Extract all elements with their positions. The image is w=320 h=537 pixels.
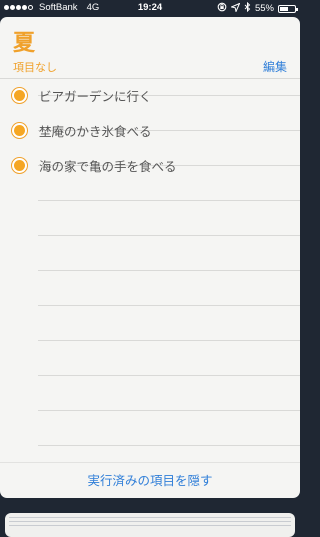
hide-completed-button[interactable]: 実行済みの項目を隠す	[0, 470, 300, 489]
ruled-line	[38, 235, 300, 236]
reminder-item[interactable]: ビアガーデンに行く	[0, 78, 300, 113]
reminder-item[interactable]: 埜庵のかき氷食べる	[0, 113, 300, 148]
complete-checkbox[interactable]	[11, 157, 28, 174]
ruled-line	[38, 375, 300, 376]
reminder-label: 埜庵のかき氷食べる	[39, 124, 152, 139]
stacked-list-card[interactable]	[5, 513, 295, 537]
ruled-line	[38, 200, 300, 201]
reminders-list-card: 夏 項目なし 編集 ビアガーデンに行く 埜庵のかき氷食べる 海の家で亀の手を食べ…	[0, 17, 300, 498]
footer-divider	[0, 462, 300, 463]
status-right: 55%	[217, 1, 298, 15]
battery-percent: 55%	[254, 3, 274, 14]
ruled-line	[38, 305, 300, 306]
lock-rotation-icon	[217, 2, 227, 15]
ruled-line	[38, 340, 300, 341]
location-icon	[229, 2, 241, 15]
ruled-line	[38, 410, 300, 411]
complete-checkbox[interactable]	[11, 122, 28, 139]
ruled-line	[38, 445, 300, 446]
reminder-label: ビアガーデンに行く	[39, 89, 152, 104]
edit-button[interactable]: 編集	[263, 58, 287, 75]
status-bar: SoftBank 4G 19:24 55%	[0, 0, 300, 16]
complete-checkbox[interactable]	[11, 87, 28, 104]
reminder-item[interactable]: 海の家で亀の手を食べる	[0, 148, 300, 183]
reminder-label: 海の家で亀の手を食べる	[39, 159, 177, 174]
ruled-line	[38, 270, 300, 271]
battery-icon	[278, 4, 298, 13]
no-items-label: 項目なし	[13, 61, 57, 74]
bluetooth-icon	[244, 1, 251, 15]
list-title: 夏	[13, 31, 36, 56]
stacked-lists[interactable]	[5, 513, 295, 537]
